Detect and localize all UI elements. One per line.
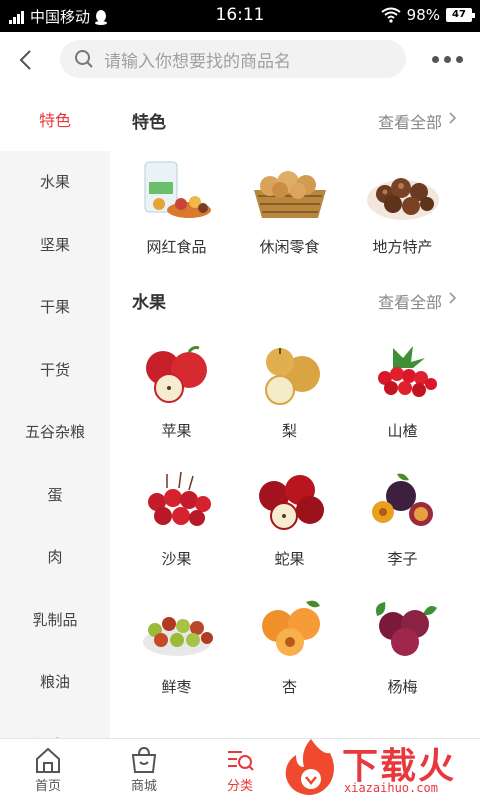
tile-label: 网红食品 xyxy=(146,238,207,256)
sidebar-item-fruit[interactable]: 水果 xyxy=(0,151,110,214)
tile-label: 山楂 xyxy=(387,422,418,440)
fruit-grid: 苹果 梨 山楂 沙果 蛇果 李子 鲜枣 杏 杨梅 xyxy=(110,328,480,712)
watermark-logo: 下载火 xiazaihuo.com xyxy=(282,735,480,800)
dot xyxy=(432,55,439,63)
category-content: 特色 查看全部 网红食品 休闲零食 地方特产 水果 查看全部 苹果 梨 山楂 沙… xyxy=(110,88,480,738)
cookies-basket-icon xyxy=(253,171,326,218)
category-tile[interactable]: 沙果 xyxy=(120,456,233,584)
tile-label: 蛇果 xyxy=(274,550,305,568)
section-header: 水果 查看全部 xyxy=(110,268,480,328)
dot xyxy=(456,55,463,63)
tab-label: 首页 xyxy=(34,779,61,794)
category-tile[interactable]: 休闲零食 xyxy=(233,148,346,268)
sidebar-item-meat[interactable]: 肉 xyxy=(0,526,110,589)
tile-label: 休闲零食 xyxy=(259,238,320,256)
sidebar-item-grains[interactable]: 五谷杂粮 xyxy=(0,401,110,464)
tile-label: 杏 xyxy=(281,678,297,696)
tab-home[interactable]: 首页 xyxy=(18,745,78,794)
apple-icon xyxy=(145,346,207,403)
status-right: 98% 47 xyxy=(381,6,475,24)
tab-category[interactable]: 分类 xyxy=(210,745,270,794)
plum-icon xyxy=(371,473,433,526)
section-title: 水果 xyxy=(132,293,166,313)
battery-percent: 98% xyxy=(406,6,440,24)
jujube-icon xyxy=(142,617,213,656)
sidebar-item-grain-oil[interactable]: 粮油 xyxy=(0,651,110,714)
bayberry-icon xyxy=(375,602,437,656)
category-tile[interactable]: 梨 xyxy=(233,328,346,456)
pear-icon xyxy=(264,348,320,405)
tile-label: 杨梅 xyxy=(387,678,418,696)
tile-label: 鲜枣 xyxy=(161,678,192,696)
category-tile[interactable]: 苹果 xyxy=(120,328,233,456)
more-menu-icon[interactable] xyxy=(432,52,466,66)
flame-icon xyxy=(285,739,334,795)
hawthorn-icon xyxy=(377,346,437,397)
dot xyxy=(444,55,451,63)
view-all-link[interactable]: 查看全部 xyxy=(378,109,442,133)
chevron-right-icon[interactable] xyxy=(448,292,458,304)
sidebar-item-dry-goods[interactable]: 干货 xyxy=(0,338,110,401)
sidebar-item-eggs[interactable]: 蛋 xyxy=(0,463,110,526)
category-sidebar: 特色 水果 坚果 干果 干货 五谷杂粮 蛋 肉 乳制品 粮油 调味品 xyxy=(0,88,110,738)
sidebar-item-seasoning[interactable]: 调味品 xyxy=(0,713,110,738)
sidebar-item-dried-fruit[interactable]: 干果 xyxy=(0,276,110,339)
category-tile[interactable]: 杨梅 xyxy=(346,584,459,712)
category-tile[interactable]: 鲜枣 xyxy=(120,584,233,712)
category-tile[interactable]: 山楂 xyxy=(346,328,459,456)
category-tile[interactable]: 地方特产 xyxy=(346,148,459,268)
category-search-icon xyxy=(228,751,254,771)
apricot-icon xyxy=(261,600,320,656)
tile-label: 苹果 xyxy=(161,422,192,440)
tab-label: 分类 xyxy=(226,779,253,794)
tile-label: 李子 xyxy=(387,550,418,568)
tile-label: 沙果 xyxy=(161,550,192,568)
search-icon xyxy=(75,50,93,68)
view-all-link[interactable]: 查看全部 xyxy=(378,289,442,313)
search-input[interactable]: 请输入你想要找的商品名 xyxy=(60,40,406,78)
home-icon xyxy=(36,747,60,773)
battery-icon: 47 xyxy=(446,8,475,22)
crabapple-icon xyxy=(147,471,211,526)
sidebar-item-dairy[interactable]: 乳制品 xyxy=(0,588,110,651)
category-tile[interactable]: 李子 xyxy=(346,456,459,584)
section-header: 特色 查看全部 xyxy=(110,88,480,148)
watermark-subtext: xiazaihuo.com xyxy=(344,781,438,795)
category-tile[interactable]: 蛇果 xyxy=(233,456,346,584)
chestnuts-bowl-icon xyxy=(366,178,439,220)
search-placeholder: 请输入你想要找的商品名 xyxy=(104,51,291,72)
category-tile[interactable]: 网红食品 xyxy=(120,148,233,268)
status-bar: 中国移动 16:11 98% 47 xyxy=(0,0,480,32)
tab-mall[interactable]: 商城 xyxy=(114,745,174,794)
chevron-right-icon[interactable] xyxy=(448,112,458,124)
tile-label: 梨 xyxy=(281,422,297,440)
featured-grid: 网红食品 休闲零食 地方特产 xyxy=(110,148,480,268)
tab-label: 商城 xyxy=(130,779,157,794)
section-title: 特色 xyxy=(132,113,166,133)
category-tile[interactable]: 杏 xyxy=(233,584,346,712)
wifi-icon xyxy=(381,7,401,23)
snack-bag-icon xyxy=(144,161,211,218)
shopping-bag-icon xyxy=(131,746,157,773)
red-delicious-icon xyxy=(258,475,324,530)
sidebar-item-featured[interactable]: 特色 xyxy=(0,88,110,151)
sidebar-item-nuts[interactable]: 坚果 xyxy=(0,213,110,276)
back-arrow-icon[interactable] xyxy=(12,46,40,74)
header: 请输入你想要找的商品名 xyxy=(0,32,480,88)
tile-label: 地方特产 xyxy=(372,238,433,256)
